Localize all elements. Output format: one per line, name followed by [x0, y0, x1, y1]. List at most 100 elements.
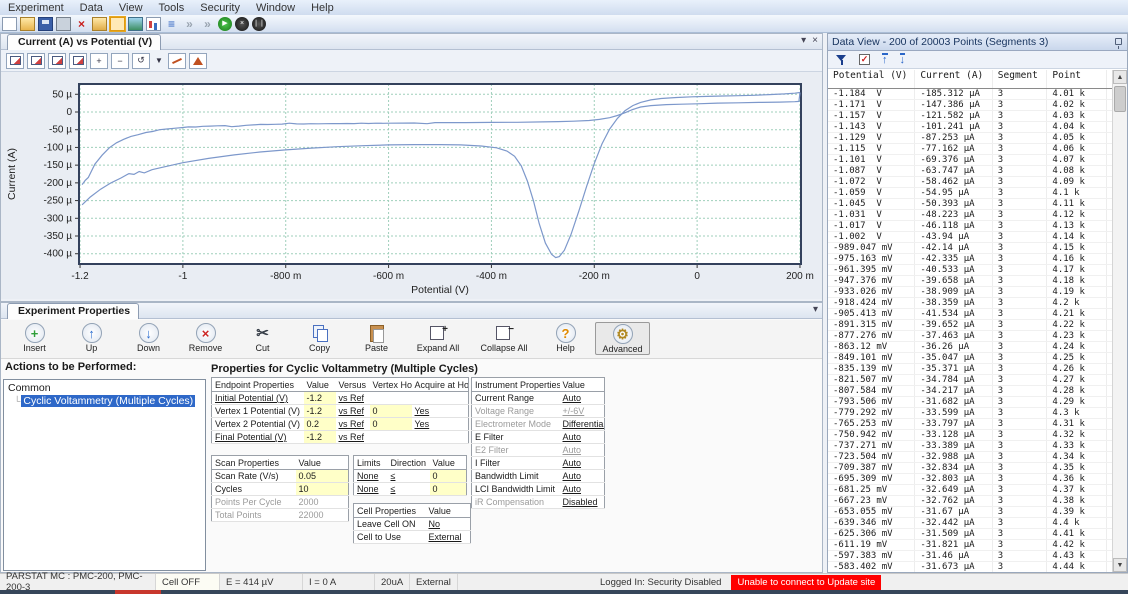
property-link[interactable]: vs Ref: [336, 418, 370, 431]
property-cell[interactable]: 0.2: [304, 418, 336, 431]
property-link[interactable]: Initial Potential (V): [212, 392, 304, 405]
table-row[interactable]: -737.271 mV-33.389 µA34.33 k: [828, 441, 1112, 452]
property-link[interactable]: ≤: [388, 470, 430, 483]
pin-icon[interactable]: [1115, 38, 1122, 45]
column-header-point[interactable]: Point: [1047, 70, 1107, 88]
menu-help[interactable]: Help: [303, 2, 342, 14]
zoom-dropdown-caret[interactable]: ▼: [153, 53, 165, 69]
property-cell[interactable]: -1.2: [304, 392, 336, 405]
table-row[interactable]: -667.23 mV-32.762 µA34.38 k: [828, 496, 1112, 507]
property-link[interactable]: Auto: [560, 457, 605, 470]
table-row[interactable]: -1.002 V-43.94 µA34.14 k: [828, 232, 1112, 243]
redo-arrow2-icon[interactable]: »: [200, 17, 215, 31]
data-list-icon[interactable]: ≡: [164, 17, 179, 31]
table-row[interactable]: -905.413 mV-41.534 µA34.21 k: [828, 309, 1112, 320]
menu-data[interactable]: Data: [72, 2, 111, 14]
property-link[interactable]: None: [354, 483, 388, 496]
property-link[interactable]: Disabled: [560, 496, 605, 509]
pause-icon[interactable]: ❘❘: [252, 17, 266, 31]
update-alert-badge[interactable]: Unable to connect to Update site: [731, 575, 881, 590]
table-row[interactable]: -807.584 mV-34.217 µA34.28 k: [828, 386, 1112, 397]
copy-button[interactable]: Copy: [292, 322, 347, 353]
delete-icon[interactable]: ×: [74, 17, 89, 31]
run-icon[interactable]: ▶: [218, 17, 232, 31]
table-row[interactable]: -1.045 V-50.393 µA34.11 k: [828, 199, 1112, 210]
property-link[interactable]: vs Ref: [336, 405, 370, 418]
notebook-icon[interactable]: [110, 17, 125, 31]
remove-button[interactable]: ×Remove: [178, 322, 233, 353]
table-row[interactable]: -1.101 V-69.376 µA34.07 k: [828, 155, 1112, 166]
zoom-in-icon[interactable]: +: [90, 53, 108, 69]
property-cell[interactable]: 10: [296, 483, 349, 496]
table-row[interactable]: -583.402 mV-31.673 µA34.44 k: [828, 562, 1112, 572]
property-link[interactable]: vs Ref: [336, 392, 370, 405]
property-link[interactable]: None: [354, 470, 388, 483]
collapse-all-button[interactable]: Collapse All: [472, 322, 536, 353]
property-link[interactable]: Auto: [560, 444, 605, 457]
table-row[interactable]: -1.157 V-121.582 µA34.03 k: [828, 111, 1112, 122]
scroll-down-icon[interactable]: ▼: [1113, 558, 1127, 572]
segment-chart-icon[interactable]: [146, 17, 161, 31]
property-cell[interactable]: 0: [430, 483, 467, 496]
table-row[interactable]: -695.309 mV-32.803 µA34.36 k: [828, 474, 1112, 485]
table-row[interactable]: -681.25 mV-32.649 µA34.37 k: [828, 485, 1112, 496]
table-row[interactable]: -1.072 V-58.462 µA34.09 k: [828, 177, 1112, 188]
table-row[interactable]: -653.055 mV-31.67 µA34.39 k: [828, 507, 1112, 518]
table-row[interactable]: -750.942 mV-33.128 µA34.32 k: [828, 430, 1112, 441]
axes-settings-icon[interactable]: [27, 53, 45, 69]
table-row[interactable]: -961.395 mV-40.533 µA34.17 k: [828, 265, 1112, 276]
table-row[interactable]: -639.346 mV-32.442 µA34.4 k: [828, 518, 1112, 529]
property-link[interactable]: Final Potential (V): [212, 431, 304, 444]
expand-all-button[interactable]: Expand All: [406, 322, 470, 353]
data-table-scrollbar[interactable]: ▲ ▼: [1112, 70, 1127, 572]
save-icon[interactable]: [38, 17, 53, 31]
table-row[interactable]: -1.017 V-46.118 µA34.13 k: [828, 221, 1112, 232]
chart-panel-menu-caret-icon[interactable]: ▾: [801, 35, 806, 46]
table-row[interactable]: -625.306 mV-31.509 µA34.41 k: [828, 529, 1112, 540]
tab-current-vs-potential[interactable]: Current (A) vs Potential (V): [7, 34, 161, 50]
table-row[interactable]: -821.507 mV-34.784 µA34.27 k: [828, 375, 1112, 386]
table-row[interactable]: -877.276 mV-37.463 µA34.23 k: [828, 331, 1112, 342]
open-icon[interactable]: [20, 17, 35, 31]
property-link[interactable]: Auto: [560, 431, 605, 444]
table-row[interactable]: -975.163 mV-42.335 µA34.16 k: [828, 254, 1112, 265]
cut-button[interactable]: ✂Cut: [235, 322, 290, 353]
new-document-icon[interactable]: [2, 17, 17, 31]
print-icon[interactable]: [56, 17, 71, 31]
peak-find-icon[interactable]: [189, 53, 207, 69]
table-row[interactable]: -1.087 V-63.747 µA34.08 k: [828, 166, 1112, 177]
table-row[interactable]: -1.031 V-48.223 µA34.12 k: [828, 210, 1112, 221]
image-icon[interactable]: [128, 17, 143, 31]
props-panel-menu-caret-icon[interactable]: ▾: [813, 304, 818, 315]
down-button[interactable]: ↓Down: [121, 322, 176, 353]
paste-button[interactable]: Paste: [349, 322, 404, 353]
zoom-reset-icon[interactable]: ↺: [132, 53, 150, 69]
table-row[interactable]: -947.376 mV-39.658 µA34.18 k: [828, 276, 1112, 287]
scroll-thumb[interactable]: [1114, 86, 1126, 112]
property-cell[interactable]: 0: [370, 418, 412, 431]
table-row[interactable]: -989.047 mV-42.14 µA34.15 k: [828, 243, 1112, 254]
property-cell[interactable]: -1.2: [304, 405, 336, 418]
table-row[interactable]: -1.115 V-77.162 µA34.06 k: [828, 144, 1112, 155]
menu-tools[interactable]: Tools: [151, 2, 193, 14]
property-link[interactable]: Differential: [560, 418, 605, 431]
table-row[interactable]: -1.143 V-101.241 µA34.04 k: [828, 122, 1112, 133]
table-row[interactable]: -709.387 mV-32.834 µA34.35 k: [828, 463, 1112, 474]
property-cell[interactable]: -1.2: [304, 431, 336, 444]
move-down-icon[interactable]: ↓: [900, 53, 906, 66]
log-y-axis-icon[interactable]: [48, 53, 66, 69]
tree-item-common[interactable]: Common: [4, 380, 205, 394]
advanced-button[interactable]: ⚙Advanced: [595, 322, 650, 355]
table-row[interactable]: -597.383 mV-31.46 µA34.43 k: [828, 551, 1112, 562]
help-button[interactable]: ?Help: [538, 322, 593, 353]
table-row[interactable]: -863.12 mV-36.26 µA34.24 k: [828, 342, 1112, 353]
property-link[interactable]: Auto: [560, 470, 605, 483]
table-row[interactable]: -835.139 mV-35.371 µA34.26 k: [828, 364, 1112, 375]
line-fit-icon[interactable]: [168, 53, 186, 69]
column-header-potentialv[interactable]: Potential (V): [828, 70, 915, 88]
log-x-axis-icon[interactable]: [69, 53, 87, 69]
table-row[interactable]: -793.506 mV-31.682 µA34.29 k: [828, 397, 1112, 408]
graph-properties-icon[interactable]: [6, 53, 24, 69]
table-row[interactable]: -1.171 V-147.386 µA34.02 k: [828, 100, 1112, 111]
table-row[interactable]: -723.504 mV-32.988 µA34.34 k: [828, 452, 1112, 463]
